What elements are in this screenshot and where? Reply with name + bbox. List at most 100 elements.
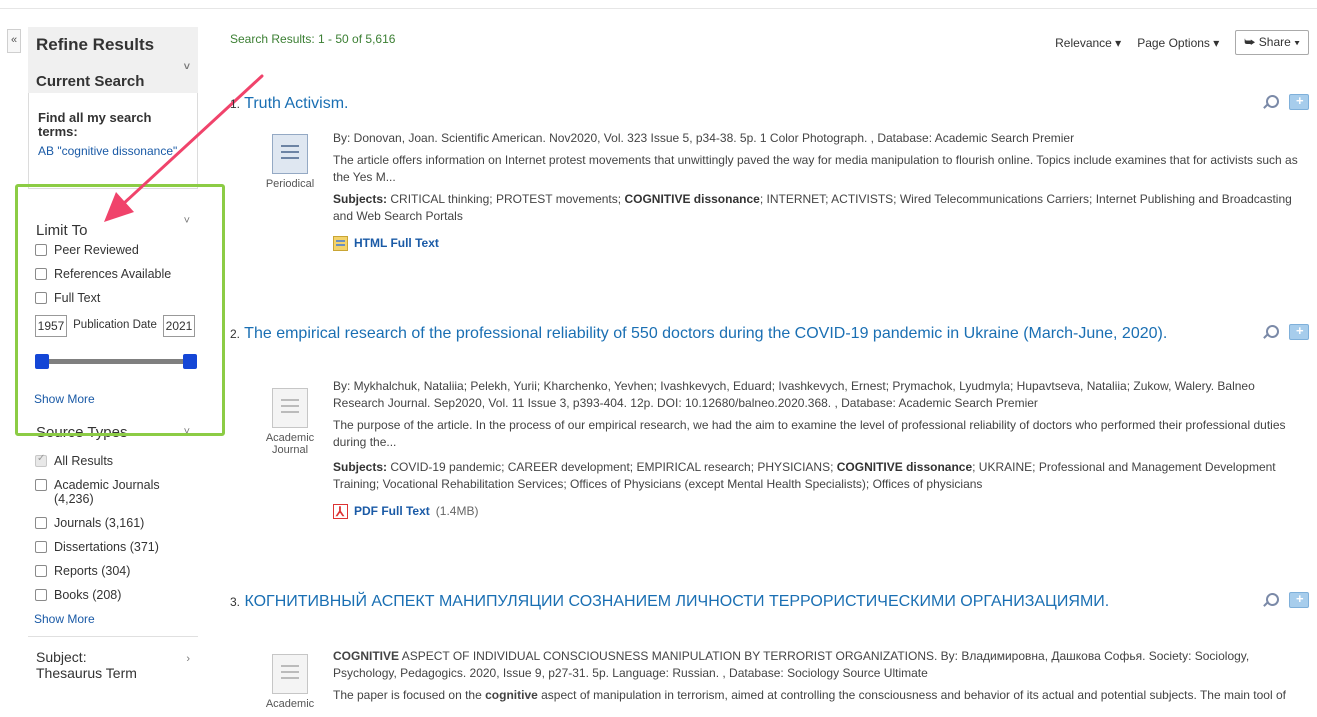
preview-magnifier-icon[interactable] — [1261, 94, 1279, 110]
limit-peer-reviewed[interactable]: Peer Reviewed — [35, 243, 198, 257]
slider-handle-end[interactable] — [183, 354, 197, 369]
checkbox-label: Academic Journals (4,236) — [54, 478, 160, 506]
html-full-text-icon[interactable] — [333, 236, 348, 251]
current-search-panel: Find all my search terms: AB "cognitive … — [28, 93, 198, 189]
subjects-text: CRITICAL thinking; PROTEST movements; — [390, 192, 622, 206]
result-subjects: Subjects: COVID-19 pandemic; CAREER deve… — [333, 459, 1308, 493]
subjects-text: COVID-19 pandemic; CAREER development; E… — [390, 460, 834, 474]
limit-full-text[interactable]: Full Text — [35, 291, 198, 305]
html-full-text-link[interactable]: HTML Full Text — [354, 235, 439, 252]
current-search-header[interactable]: Current Search ˅ — [28, 59, 198, 93]
periodical-icon — [272, 134, 308, 174]
chevron-right-icon[interactable]: › — [186, 651, 190, 667]
source-reports[interactable]: Reports (304) — [35, 564, 198, 578]
result-title[interactable]: 2. The empirical research of the profess… — [230, 324, 1230, 344]
checkbox-label: Peer Reviewed — [54, 243, 139, 257]
checkbox-journals[interactable] — [35, 517, 47, 529]
result-number: 2. — [230, 327, 241, 341]
abstract-text: aspect of manipulation in terrorism, aim… — [537, 688, 1286, 702]
result-abstract: The paper is focused on the cognitive as… — [333, 687, 1308, 704]
chevron-down-icon[interactable]: ˅ — [184, 215, 190, 227]
pdf-full-text-link[interactable]: PDF Full Text — [354, 503, 430, 520]
add-to-folder-icon[interactable] — [1289, 591, 1309, 608]
checkbox-all-results[interactable] — [35, 453, 47, 467]
result-body: By: Mykhalchuk, Nataliia; Pelekh, Yurii;… — [333, 378, 1308, 520]
fulltext-link-row: HTML Full Text — [333, 235, 1308, 252]
publication-type: Academic — [258, 654, 322, 710]
collapse-sidebar-button[interactable]: « — [7, 29, 21, 53]
source-all-results[interactable]: All Results — [35, 453, 198, 468]
checkbox-books[interactable] — [35, 589, 47, 601]
refine-results-title: Refine Results — [28, 27, 198, 59]
search-term-link[interactable]: AB "cognitive dissonance" — [38, 144, 191, 158]
source-show-more-link[interactable]: Show More — [34, 612, 198, 626]
result-citation: By: Mykhalchuk, Nataliia; Pelekh, Yurii;… — [333, 379, 1255, 410]
chevron-down-icon[interactable]: ˅ — [184, 426, 190, 438]
limit-references-available[interactable]: References Available — [35, 267, 198, 281]
subject-thesaurus-title: Subject: Thesaurus Term — [36, 649, 137, 681]
find-all-terms-label: Find all my search terms: — [38, 110, 152, 139]
result-title-link[interactable]: Truth Activism. — [244, 95, 348, 112]
share-button[interactable]: ⮩ Share ▾ — [1235, 30, 1309, 55]
slider-track — [41, 359, 191, 364]
subjects-highlight: COGNITIVE dissonance — [624, 192, 760, 206]
source-books[interactable]: Books (208) — [35, 588, 198, 602]
page-options-dropdown[interactable]: Page Options ▾ — [1137, 36, 1219, 50]
refine-sidebar: Refine Results Current Search ˅ Find all… — [28, 27, 198, 717]
subject-thesaurus-header[interactable]: Subject: Thesaurus Term › — [28, 636, 198, 681]
slider-handle-start[interactable] — [35, 354, 49, 369]
checkbox-label: References Available — [54, 267, 172, 281]
publication-date-range: 1957 Publication Date 2021 — [35, 315, 195, 337]
result-title-link[interactable]: The empirical research of the profession… — [244, 325, 1167, 342]
checkbox-label: Dissertations (371) — [54, 540, 159, 554]
preview-magnifier-icon[interactable] — [1261, 592, 1279, 608]
add-to-folder-icon[interactable] — [1289, 323, 1309, 340]
result-title-link[interactable]: КОГНИТИВНЫЙ АСПЕКТ МАНИПУЛЯЦИИ СОЗНАНИЕМ… — [244, 593, 1109, 610]
source-dissertations[interactable]: Dissertations (371) — [35, 540, 198, 554]
result-body: By: Donovan, Joan. Scientific American. … — [333, 130, 1308, 252]
date-range-slider[interactable] — [35, 354, 197, 370]
publication-date-label: Publication Date — [73, 319, 157, 331]
current-search-title: Current Search — [36, 73, 145, 90]
publication-type-label: Periodical — [265, 178, 315, 190]
result-abstract: The purpose of the article. In the proce… — [333, 418, 1286, 449]
subjects-label: Subjects: — [333, 460, 388, 474]
result-actions — [1261, 323, 1309, 340]
checkbox-dissertations[interactable] — [35, 541, 47, 553]
result-actions — [1261, 93, 1309, 110]
result-subjects: Subjects: CRITICAL thinking; PROTEST mov… — [333, 191, 1308, 225]
checkbox-references-available[interactable] — [35, 268, 47, 280]
limit-to-header[interactable]: Limit To ˅ — [28, 213, 198, 243]
result-citation: By: Donovan, Joan. Scientific American. … — [333, 131, 1075, 145]
abstract-highlight: cognitive — [485, 688, 538, 702]
result-abstract: The article offers information on Intern… — [333, 153, 1298, 184]
checkbox-full-text[interactable] — [35, 292, 47, 304]
preview-magnifier-icon[interactable] — [1261, 324, 1279, 340]
add-to-folder-icon[interactable] — [1289, 93, 1309, 110]
result-title[interactable]: 3. КОГНИТИВНЫЙ АСПЕКТ МАНИПУЛЯЦИИ СОЗНАН… — [230, 592, 1130, 612]
abstract-text: The paper is focused on the — [333, 688, 486, 702]
checkbox-peer-reviewed[interactable] — [35, 244, 47, 256]
results-area: Search Results: 1 - 50 of 5,616 Relevanc… — [230, 0, 1317, 711]
subjects-label: Subjects: — [333, 192, 388, 206]
result-actions — [1261, 591, 1309, 608]
chevron-down-icon[interactable]: ˅ — [184, 61, 190, 73]
publication-type-label: Academic Journal — [265, 432, 315, 456]
result-title[interactable]: 1. Truth Activism. — [230, 94, 1230, 114]
academic-journal-icon — [272, 654, 308, 694]
checkbox-label: All Results — [54, 454, 114, 468]
limit-show-more-link[interactable]: Show More — [34, 392, 198, 406]
result-number: 3. — [230, 595, 241, 609]
pdf-full-text-icon[interactable] — [333, 503, 348, 520]
date-to-input[interactable]: 2021 — [163, 315, 195, 337]
pdf-file-size: (1.4MB) — [435, 504, 479, 518]
source-journals[interactable]: Journals (3,161) — [35, 516, 198, 530]
relevance-dropdown[interactable]: Relevance ▾ — [1055, 36, 1121, 50]
checkbox-reports[interactable] — [35, 565, 47, 577]
subjects-highlight: COGNITIVE dissonance — [836, 460, 973, 474]
checkbox-academic-journals[interactable] — [35, 479, 47, 491]
checkbox-label: Books (208) — [54, 588, 122, 602]
source-academic-journals[interactable]: Academic Journals (4,236) — [35, 478, 198, 506]
date-from-input[interactable]: 1957 — [35, 315, 67, 337]
source-types-header[interactable]: Source Types ˅ — [28, 424, 198, 454]
